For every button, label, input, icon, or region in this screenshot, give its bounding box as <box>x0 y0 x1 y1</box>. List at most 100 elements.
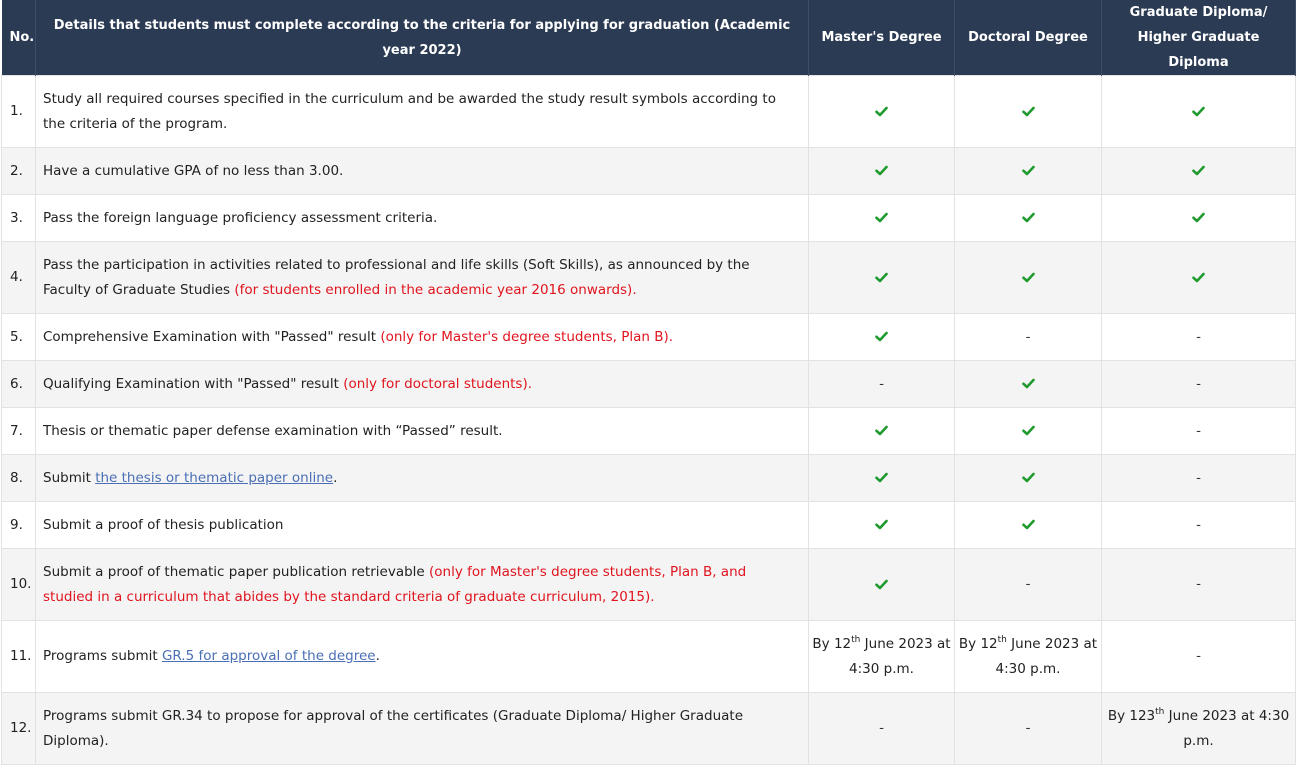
doctoral-cell <box>954 454 1102 502</box>
row-detail: Programs submit GR.34 to propose for app… <box>35 692 809 765</box>
header-details: Details that students must complete acco… <box>35 0 809 76</box>
check-icon <box>1192 165 1205 176</box>
doctoral-deadline: By 12th June 2023 at 4:30 p.m. <box>954 620 1102 693</box>
header-doctoral: Doctoral Degree <box>954 0 1102 76</box>
check-icon <box>875 579 888 589</box>
dash: - <box>879 375 884 392</box>
row-detail: Thesis or thematic paper defense examina… <box>35 407 809 455</box>
row-text: Submit <box>43 469 96 486</box>
row-text: Study all required courses specified in … <box>43 90 776 132</box>
table-row: 5. Comprehensive Examination with "Passe… <box>1 313 1296 361</box>
deadline-text: By 12 <box>958 635 998 652</box>
row-number: 3. <box>1 194 36 242</box>
diploma-cell: - <box>1101 501 1296 549</box>
doctoral-cell: - <box>954 692 1102 765</box>
diploma-cell: - <box>1101 360 1296 408</box>
row-number: 10. <box>1 548 36 621</box>
table-row: 3. Pass the foreign language proficiency… <box>1 194 1296 242</box>
masters-cell <box>808 194 955 242</box>
row-number: 4. <box>1 241 36 314</box>
doctoral-cell <box>954 147 1102 195</box>
check-icon <box>1021 472 1035 483</box>
header-masters: Master's Degree <box>808 0 955 76</box>
table-row: 10. Submit a proof of thematic paper pub… <box>1 548 1296 621</box>
thesis-online-link[interactable]: the thesis or thematic paper online <box>95 470 333 486</box>
masters-cell <box>808 501 955 549</box>
check-icon <box>1192 212 1205 223</box>
masters-cell <box>808 454 955 502</box>
table-row: 1. Study all required courses specified … <box>1 75 1296 148</box>
diploma-cell: - <box>1101 313 1296 361</box>
masters-cell <box>808 407 955 455</box>
row-detail: Submit the thesis or thematic paper onli… <box>35 454 809 502</box>
dash: - <box>1025 720 1031 736</box>
masters-cell <box>808 75 955 148</box>
doctoral-cell: - <box>954 313 1102 361</box>
row-number: 6. <box>1 360 36 408</box>
check-icon <box>1021 272 1035 282</box>
check-icon <box>1192 272 1205 282</box>
gr5-approval-link[interactable]: GR.5 for approval of the degree <box>162 648 376 664</box>
masters-cell <box>808 548 955 621</box>
dash: - <box>1196 375 1201 392</box>
diploma-cell <box>1101 75 1296 148</box>
row-text: Thesis or thematic paper defense examina… <box>43 422 503 439</box>
row-text: Comprehensive Examination with "Passed" … <box>43 328 381 345</box>
row-text: Pass the foreign language proficiency as… <box>43 209 438 226</box>
row-detail: Submit a proof of thematic paper publica… <box>35 548 809 621</box>
header-diploma: Graduate Diploma/ Higher Graduate Diplom… <box>1101 0 1296 76</box>
doctoral-cell <box>954 75 1102 148</box>
diploma-cell: - <box>1101 454 1296 502</box>
check-icon <box>1021 378 1035 389</box>
check-icon <box>1021 106 1035 116</box>
row-detail: Programs submit GR.5 for approval of the… <box>35 620 809 693</box>
check-icon <box>875 425 888 436</box>
dash: - <box>1196 422 1201 439</box>
row-note: (for students enrolled in the academic y… <box>234 281 637 298</box>
diploma-cell <box>1101 194 1296 242</box>
row-number: 5. <box>1 313 36 361</box>
table-row: 12. Programs submit GR.34 to propose for… <box>1 692 1296 765</box>
check-icon <box>875 106 888 116</box>
dash: - <box>1196 576 1201 592</box>
doctoral-cell <box>954 241 1102 314</box>
row-note: (only for doctoral students). <box>343 375 533 392</box>
check-icon <box>1021 519 1035 530</box>
row-number: 12. <box>1 692 36 765</box>
row-text: Submit a proof of thesis publication <box>43 516 284 533</box>
table-row: 7. Thesis or thematic paper defense exam… <box>1 407 1296 455</box>
row-text: Programs submit GR.34 to propose for app… <box>43 707 743 749</box>
table-row: 9. Submit a proof of thesis publication … <box>1 501 1296 549</box>
check-icon <box>875 519 888 530</box>
table-row: 4. Pass the participation in activities … <box>1 241 1296 314</box>
masters-cell <box>808 313 955 361</box>
dash: - <box>1025 328 1031 345</box>
dash: - <box>1196 469 1201 486</box>
header-no: No. <box>1 0 36 76</box>
dash: - <box>1025 576 1031 592</box>
row-number: 2. <box>1 147 36 195</box>
row-number: 1. <box>1 75 36 148</box>
masters-cell <box>808 147 955 195</box>
deadline-text: June 2023 at 4:30 p.m. <box>995 635 1098 677</box>
table-header-row: No. Details that students must complete … <box>1 0 1296 76</box>
row-number: 8. <box>1 454 36 502</box>
masters-cell: - <box>808 360 955 408</box>
masters-cell <box>808 241 955 314</box>
row-detail: Submit a proof of thesis publication <box>35 501 809 549</box>
masters-cell: - <box>808 692 955 765</box>
check-icon <box>875 165 888 176</box>
row-text-end: . <box>375 648 380 664</box>
table-row: 6. Qualifying Examination with "Passed" … <box>1 360 1296 408</box>
row-text: Qualifying Examination with "Passed" res… <box>43 375 344 392</box>
diploma-cell <box>1101 241 1296 314</box>
row-note: (only for Master's degree students, Plan… <box>380 328 674 345</box>
row-detail: Have a cumulative GPA of no less than 3.… <box>35 147 809 195</box>
doctoral-cell <box>954 407 1102 455</box>
doctoral-cell <box>954 360 1102 408</box>
table-row: 8. Submit the thesis or thematic paper o… <box>1 454 1296 502</box>
row-text: Programs submit <box>43 648 162 664</box>
dash: - <box>879 720 884 736</box>
diploma-cell: - <box>1101 548 1296 621</box>
doctoral-cell <box>954 501 1102 549</box>
